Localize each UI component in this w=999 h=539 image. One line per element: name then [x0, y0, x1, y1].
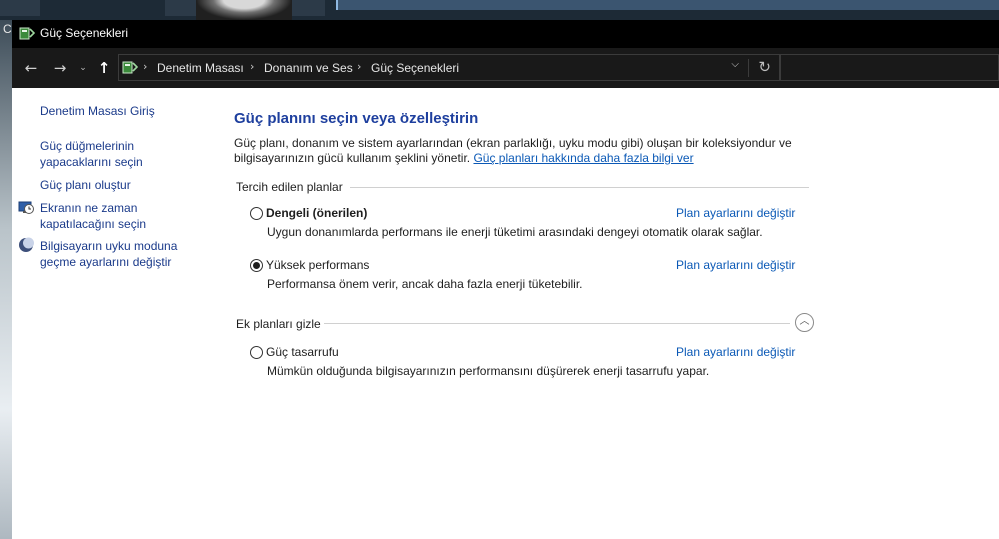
description-text: bilgisayarınızın gücü kullanım şeklini y… — [234, 151, 471, 165]
moon-icon — [19, 237, 34, 252]
sidebar-link-home[interactable]: Denetim Masası Giriş — [40, 104, 155, 119]
desktop-strip — [0, 0, 40, 16]
sidebar-item-label[interactable]: yapacaklarını seçin — [40, 155, 143, 170]
wallpaper-image — [196, 0, 292, 20]
preferred-plans-label: Tercih edilen planlar — [236, 180, 343, 194]
sidebar-item-label[interactable]: Güç planı oluştur — [40, 178, 131, 193]
wallpaper-edge — [0, 20, 12, 539]
plan-description: Performansa önem verir, ancak daha fazla… — [267, 277, 583, 291]
main-content: Güç planını seçin veya özelleştirin Güç … — [206, 88, 999, 539]
up-arrow-icon[interactable]: ↑ — [93, 58, 115, 78]
plan-name[interactable]: Güç tasarrufu — [266, 345, 339, 359]
desktop-background — [0, 0, 999, 20]
sidebar-item-label[interactable]: kapatılacağını seçin — [40, 217, 146, 232]
description-line: Güç planı, donanım ve sistem ayarlarında… — [234, 136, 792, 150]
breadcrumb-denetim-masasi[interactable]: Denetim Masası — [157, 61, 244, 75]
search-input[interactable] — [780, 54, 999, 81]
group-divider — [350, 187, 809, 188]
plan-name[interactable]: Yüksek performans — [266, 258, 369, 272]
page-description: Güç planı, donanım ve sistem ayarlarında… — [234, 136, 794, 166]
navigation-bar: ← → ⌄ ↑ › Denetim Masası › Donanım ve Se… — [12, 48, 999, 88]
change-plan-settings-link[interactable]: Plan ayarlarını değiştir — [676, 345, 795, 359]
back-arrow-icon[interactable]: ← — [20, 58, 42, 78]
sidebar-item-label[interactable]: geçme ayarlarını değiştir — [40, 255, 171, 270]
collapse-chevron-icon[interactable]: ︿ — [795, 313, 814, 332]
more-info-link[interactable]: Güç planları hakkında daha fazla bilgi v… — [473, 151, 693, 165]
chevron-right-icon[interactable]: › — [250, 60, 254, 73]
plan-radio-balanced[interactable] — [250, 207, 263, 220]
group-divider — [324, 323, 790, 324]
page-title: Güç planını seçin veya özelleştirin — [234, 110, 479, 127]
clock-monitor-icon — [18, 201, 34, 214]
power-options-icon — [19, 27, 35, 40]
breadcrumb-donanim-ve-ses[interactable]: Donanım ve Ses — [264, 61, 353, 75]
plan-description: Mümkün olduğunda bilgisayarınızın perfor… — [267, 364, 710, 378]
sidebar-item-label[interactable]: Ekranın ne zaman — [40, 201, 137, 216]
chevron-right-icon[interactable]: › — [357, 60, 361, 73]
desktop-window-edge — [336, 0, 999, 10]
plan-radio-high-performance[interactable] — [250, 259, 263, 272]
refresh-icon[interactable]: ↻ — [758, 58, 771, 76]
left-navigation-pane: Denetim Masası Giriş Güç düğmelerinin ya… — [12, 88, 206, 539]
window-title: Güç Seçenekleri — [40, 26, 129, 40]
plan-radio-power-saver[interactable] — [250, 346, 263, 359]
desktop-label: C — [3, 22, 12, 36]
description-line-2: bilgisayarınızın gücü kullanım şeklini y… — [234, 151, 794, 166]
power-options-icon — [122, 61, 138, 74]
change-plan-settings-link[interactable]: Plan ayarlarını değiştir — [676, 258, 795, 272]
address-divider — [748, 59, 749, 77]
forward-arrow-icon[interactable]: → — [49, 58, 71, 78]
window-titlebar[interactable]: Güç Seçenekleri — [12, 20, 999, 48]
plan-name[interactable]: Dengeli (önerilen) — [266, 206, 367, 220]
address-bar[interactable]: › Denetim Masası › Donanım ve Ses › Güç … — [118, 54, 780, 81]
recent-dropdown-icon[interactable]: ⌄ — [72, 58, 94, 78]
change-plan-settings-link[interactable]: Plan ayarlarını değiştir — [676, 206, 795, 220]
chevron-right-icon[interactable]: › — [143, 60, 147, 73]
sidebar-item-label[interactable]: Bilgisayarın uyku moduna — [40, 239, 177, 254]
sidebar-item-label[interactable]: Güç düğmelerinin — [40, 139, 134, 154]
chevron-down-icon[interactable]: ⌵ — [731, 59, 739, 70]
plan-description: Uygun donanımlarda performans ile enerji… — [267, 225, 763, 239]
breadcrumb-guc-secenekleri[interactable]: Güç Seçenekleri — [371, 61, 459, 75]
hide-additional-plans-label[interactable]: Ek planları gizle — [236, 317, 321, 331]
